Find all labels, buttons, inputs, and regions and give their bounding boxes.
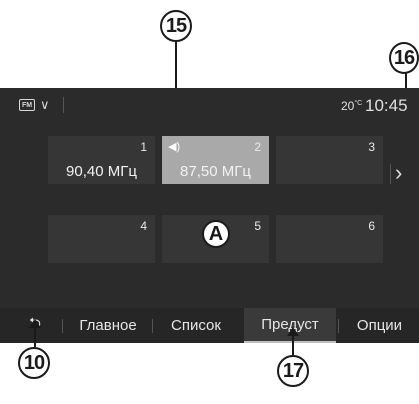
tab-divider [62,319,63,333]
preset-tile-4[interactable]: 4 [48,215,155,263]
bottom-tab-bar: ⮌ Главное Список Предуст Опции [0,308,419,343]
preset-frequency: 87,50 МГц [180,163,251,180]
chevron-right-icon[interactable]: › [395,160,402,186]
callout-10-arrowhead [29,319,41,328]
callout-10: 10 [18,347,50,379]
temp-unit: °C [354,100,363,107]
tab-divider [338,319,339,333]
next-page-divider [390,164,391,184]
callout-16: 16 [389,42,419,74]
temp-value: 20 [341,99,355,113]
speaker-icon: ◀) [168,141,181,153]
callout-17: 17 [277,355,309,387]
preset-number: 3 [368,140,375,154]
preset-tile-3[interactable]: 3 [276,136,383,184]
preset-number: 2 [254,140,261,154]
status-bar: FM ∨ 20°C 10:45 [0,88,419,124]
clock: 10:45 [365,96,408,115]
tab-main[interactable]: Главное [66,308,150,343]
tab-presets[interactable]: Предуст [244,308,336,343]
marker-a: A [202,220,230,248]
preset-frequency: 90,40 МГц [66,163,137,180]
chevron-down-icon[interactable]: ∨ [40,97,50,113]
preset-number: 5 [254,219,261,233]
preset-tile-2[interactable]: ◀) 2 87,50 МГц [162,136,269,184]
outside-temperature: 20°C [341,99,362,113]
tab-options[interactable]: Опции [340,308,419,343]
preset-number: 4 [140,219,147,233]
tab-list[interactable]: Список [156,308,236,343]
preset-number: 1 [140,140,147,154]
fm-radio-icon[interactable]: FM [19,99,35,111]
callout-15: 15 [160,10,192,42]
status-divider [63,97,64,113]
callout-17-line [292,333,294,355]
preset-number: 6 [368,219,375,233]
preset-tile-6[interactable]: 6 [276,215,383,263]
preset-tile-1[interactable]: 1 90,40 МГц [48,136,155,184]
callout-10-line [34,325,36,347]
tab-divider [152,319,153,333]
radio-screen: FM ∨ 20°C 10:45 1 90,40 МГц ◀) 2 87,50 М… [0,88,419,343]
callout-17-arrowhead [287,327,299,336]
